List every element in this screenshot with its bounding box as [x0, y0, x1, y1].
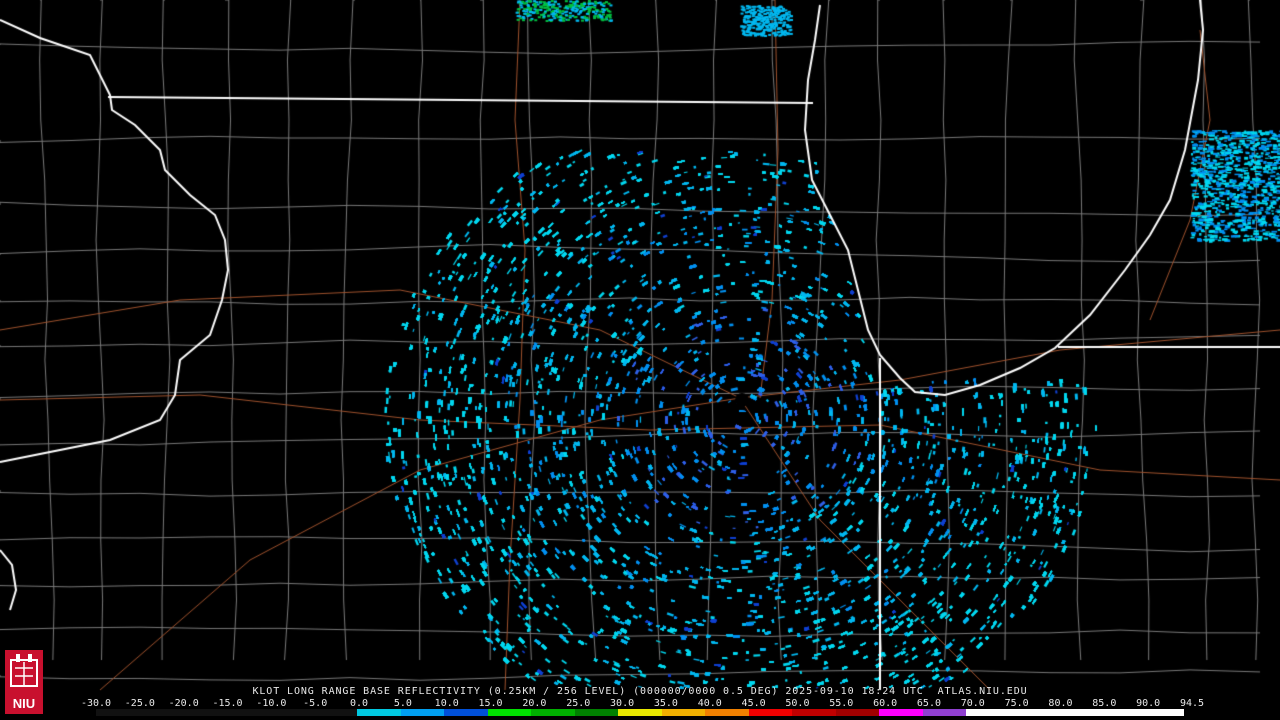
scale-tick-label: 15.0	[478, 698, 503, 709]
scale-tick-label: 25.0	[566, 698, 591, 709]
scale-tick-label: 80.0	[1048, 698, 1073, 709]
scale-segment	[1009, 709, 1054, 716]
scale-segment	[270, 709, 314, 716]
scale-segment	[879, 709, 923, 716]
scale-segment	[705, 709, 749, 716]
scale-segment	[444, 709, 488, 716]
scale-tick-label: 55.0	[829, 698, 854, 709]
scale-tick-label: 75.0	[1004, 698, 1029, 709]
reflectivity-color-scale	[96, 709, 1184, 716]
scale-segment	[792, 709, 836, 716]
scale-segment	[574, 709, 619, 716]
scale-segment	[1053, 709, 1097, 716]
scale-segment	[139, 709, 184, 716]
scale-segment	[531, 709, 575, 716]
scale-tick-label: 60.0	[873, 698, 898, 709]
scale-tick-label: 90.0	[1136, 698, 1161, 709]
scale-segment	[487, 709, 532, 716]
scale-segment	[96, 709, 140, 716]
scale-segment	[183, 709, 227, 716]
scale-tick-label: 5.0	[393, 698, 412, 709]
scale-segment	[313, 709, 358, 716]
scale-segment	[226, 709, 271, 716]
scale-tick-label: 0.0	[350, 698, 369, 709]
scale-segment	[922, 709, 967, 716]
scale-segment	[835, 709, 880, 716]
niu-logo-text: NIU	[13, 696, 35, 711]
scale-tick-label: -5.0	[303, 698, 328, 709]
scale-segment	[748, 709, 793, 716]
niu-logo-icon: NIU	[5, 650, 43, 714]
product-caption: KLOT LONG RANGE BASE REFLECTIVITY (0.25K…	[252, 686, 1028, 697]
scale-tick-label: 65.0	[916, 698, 941, 709]
scale-tick-label: 30.0	[610, 698, 635, 709]
scale-tick-label: 20.0	[522, 698, 547, 709]
scale-tick-label: -25.0	[124, 698, 155, 709]
scale-segment	[1140, 709, 1184, 716]
scale-tick-label: 40.0	[697, 698, 722, 709]
scale-tick-label: 94.5	[1179, 698, 1205, 709]
scale-tick-label: -20.0	[168, 698, 199, 709]
scale-segment	[357, 709, 401, 716]
scale-segment	[661, 709, 706, 716]
scale-tick-label: 85.0	[1092, 698, 1117, 709]
scale-tick-label: 45.0	[741, 698, 766, 709]
scale-tick-label: 10.0	[434, 698, 459, 709]
scale-tick-label: 70.0	[960, 698, 985, 709]
scale-segment	[400, 709, 445, 716]
color-scale-ticks: -30.0 -25.0 -20.0 -15.0 -10.0 -5.0 0.0 5.0 10.0 1…	[81, 698, 1204, 709]
scale-tick-label: -30.0	[80, 698, 112, 709]
scale-segment	[1096, 709, 1141, 716]
scale-segment	[966, 709, 1010, 716]
scale-segment	[618, 709, 662, 716]
scale-tick-label: -15.0	[212, 698, 243, 709]
scale-tick-label: -10.0	[256, 698, 287, 709]
scale-tick-label: 50.0	[785, 698, 810, 709]
radar-map-canvas	[0, 0, 1280, 720]
scale-tick-label: 35.0	[653, 698, 678, 709]
